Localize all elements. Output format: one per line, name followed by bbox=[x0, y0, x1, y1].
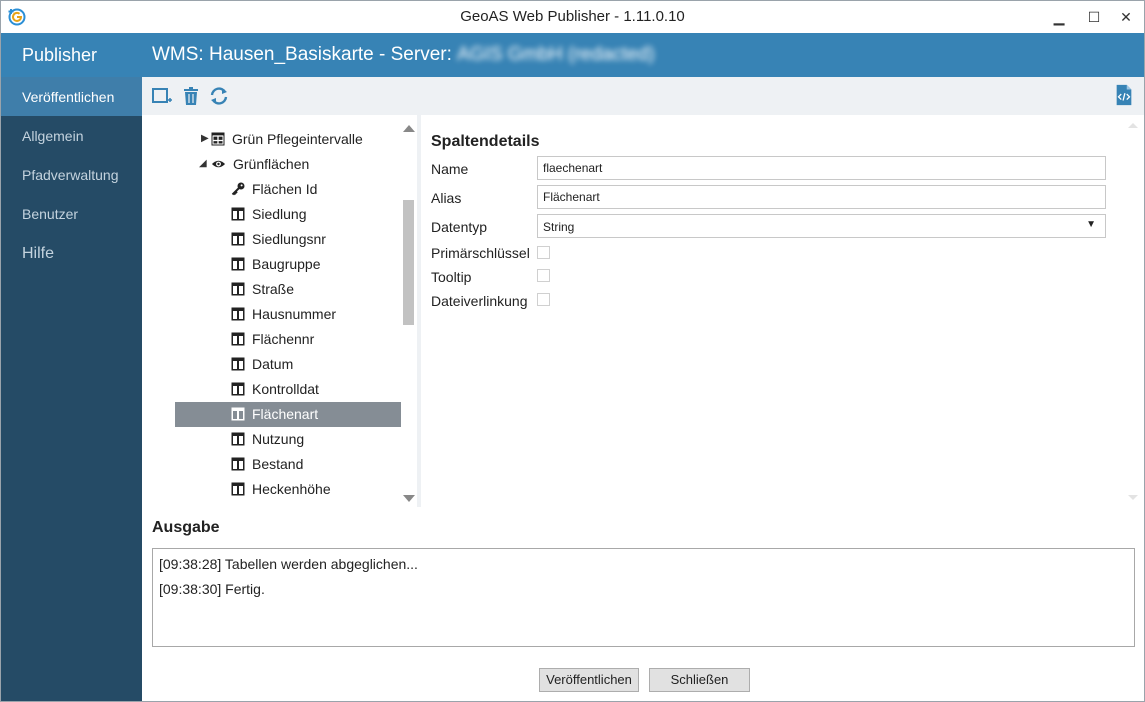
column-icon bbox=[231, 482, 245, 496]
tree-item[interactable]: ▶ Grün Pflegeintervalle bbox=[175, 127, 401, 152]
toolbar bbox=[142, 77, 1144, 115]
log-line: [09:38:28] Tabellen werden abgeglichen..… bbox=[159, 556, 418, 572]
column-icon bbox=[231, 282, 245, 296]
column-icon bbox=[231, 307, 245, 321]
output-title: Ausgabe bbox=[152, 519, 220, 536]
tree-item-label: Kontrolldat bbox=[252, 381, 319, 397]
tree-item-label: Siedlung bbox=[252, 206, 307, 222]
column-icon bbox=[231, 432, 245, 446]
column-icon bbox=[231, 207, 245, 221]
tooltip-label: Tooltip bbox=[431, 269, 472, 285]
output-log[interactable]: [09:38:28] Tabellen werden abgeglichen..… bbox=[152, 548, 1135, 647]
tree-item-label: Straße bbox=[252, 281, 295, 297]
tooltip-checkbox[interactable] bbox=[537, 269, 550, 282]
page-title-text: WMS: Hausen_Basiskarte - Server: bbox=[152, 44, 458, 65]
tree-item-label: Grün Pflegeintervalle bbox=[232, 131, 363, 147]
key-icon bbox=[231, 182, 245, 196]
tree-item[interactable]: Datum bbox=[175, 352, 401, 377]
chevron-down-icon: ▼ bbox=[1086, 219, 1096, 230]
tree-item[interactable]: Kontrolldat bbox=[175, 377, 401, 402]
tree-item[interactable]: Flächennr bbox=[175, 327, 401, 352]
primary-key-label: Primärschlüssel bbox=[431, 245, 530, 261]
tree-item-label: Bestand bbox=[252, 456, 304, 472]
close-button[interactable]: Schließen bbox=[649, 668, 750, 692]
sidebar-title: Publisher bbox=[1, 33, 142, 77]
sidebar-item-benutzer[interactable]: Benutzer bbox=[1, 194, 142, 233]
minimize-button[interactable]: ▁ bbox=[1044, 6, 1074, 28]
scroll-up-icon[interactable] bbox=[1128, 123, 1138, 128]
datatype-value: String bbox=[543, 220, 575, 234]
tree-item[interactable]: Heckenhöhe bbox=[175, 477, 401, 502]
table-icon bbox=[211, 132, 225, 146]
add-layer-icon[interactable] bbox=[151, 85, 173, 107]
tree-item-label: Baugruppe bbox=[252, 256, 321, 272]
alias-label: Alias bbox=[431, 190, 462, 206]
datatype-select[interactable]: String ▼ bbox=[537, 214, 1106, 238]
column-icon bbox=[231, 257, 245, 271]
sidebar: Publisher Veröffentlichen Allgemein Pfad… bbox=[1, 33, 142, 701]
refresh-icon[interactable] bbox=[208, 85, 230, 107]
column-icon bbox=[231, 357, 245, 371]
tree-item-label: Flächenart bbox=[252, 406, 319, 422]
tree-item-label: Grünflächen bbox=[233, 156, 310, 172]
scroll-down-icon[interactable] bbox=[403, 495, 415, 502]
sidebar-item-hilfe[interactable]: Hilfe bbox=[1, 233, 142, 272]
layer-tree: ▶ Grün Pflegeintervalle ◢ Grünflächen Fl… bbox=[142, 115, 417, 507]
sidebar-item-allgemein[interactable]: Allgemein bbox=[1, 116, 142, 155]
maximize-button[interactable]: ☐ bbox=[1079, 6, 1109, 28]
details-scrollbar[interactable] bbox=[1125, 115, 1141, 507]
window-title: GeoAS Web Publisher - 1.11.0.10 bbox=[460, 8, 685, 25]
tree-item[interactable]: Siedlung bbox=[175, 202, 401, 227]
tree-item-label: Flächennr bbox=[252, 331, 315, 347]
expand-arrow-icon[interactable]: ▶ bbox=[201, 133, 209, 144]
column-icon bbox=[231, 382, 245, 396]
column-icon bbox=[231, 232, 245, 246]
tree-item[interactable]: Flächen Id bbox=[175, 177, 401, 202]
trash-icon[interactable] bbox=[180, 85, 202, 107]
tree-scrollbar[interactable] bbox=[401, 115, 417, 507]
page-title: WMS: Hausen_Basiskarte - Server: AGIS Gm… bbox=[152, 44, 655, 66]
scroll-thumb[interactable] bbox=[403, 200, 414, 325]
app-window: GeoAS Web Publisher - 1.11.0.10 ▁ ☐ ✕ Pu… bbox=[0, 0, 1145, 702]
datatype-label: Datentyp bbox=[431, 219, 488, 235]
page-header: WMS: Hausen_Basiskarte - Server: AGIS Gm… bbox=[142, 33, 1144, 77]
tree-item[interactable]: ◢ Grünflächen bbox=[175, 152, 401, 177]
tree-item-selected[interactable]: Flächenart bbox=[175, 402, 401, 427]
primary-key-checkbox[interactable] bbox=[537, 246, 550, 259]
tree-item-label: Nutzung bbox=[252, 431, 305, 447]
name-field[interactable] bbox=[537, 156, 1106, 180]
column-icon bbox=[231, 407, 245, 421]
title-bar: GeoAS Web Publisher - 1.11.0.10 ▁ ☐ ✕ bbox=[1, 1, 1144, 33]
sidebar-item-pfadverwaltung[interactable]: Pfadverwaltung bbox=[1, 155, 142, 194]
file-link-checkbox[interactable] bbox=[537, 293, 550, 306]
tree-item-label: Heckenhöhe bbox=[252, 481, 331, 497]
sidebar-item-veroeffentlichen[interactable]: Veröffentlichen bbox=[1, 77, 142, 116]
name-label: Name bbox=[431, 161, 469, 177]
tree-item-label: Hausnummer bbox=[252, 306, 337, 322]
close-window-button[interactable]: ✕ bbox=[1111, 6, 1141, 28]
scroll-up-icon[interactable] bbox=[403, 125, 415, 132]
collapse-arrow-icon[interactable]: ◢ bbox=[199, 158, 207, 169]
log-line: [09:38:30] Fertig. bbox=[159, 581, 265, 597]
column-icon bbox=[231, 457, 245, 471]
tree-item[interactable]: Baugruppe bbox=[175, 252, 401, 277]
column-icon bbox=[231, 332, 245, 346]
publish-button[interactable]: Veröffentlichen bbox=[539, 668, 639, 692]
tree-item-label: Flächen Id bbox=[252, 181, 318, 197]
tree-item[interactable]: Siedlungsnr bbox=[175, 227, 401, 252]
tree-item[interactable]: Nutzung bbox=[175, 427, 401, 452]
column-details-panel: Spaltendetails Name Alias Datentyp Strin… bbox=[421, 115, 1144, 507]
file-link-label: Dateiverlinkung bbox=[431, 293, 528, 309]
code-file-icon[interactable] bbox=[1113, 84, 1135, 106]
tree-item-label: Datum bbox=[252, 356, 294, 372]
tree-item-label: Siedlungsnr bbox=[252, 231, 326, 247]
server-name-redacted: AGIS GmbH (redacted) bbox=[457, 44, 655, 65]
alias-field[interactable] bbox=[537, 185, 1106, 209]
eye-icon bbox=[211, 160, 226, 168]
tree-item[interactable]: Bestand bbox=[175, 452, 401, 477]
details-title: Spaltendetails bbox=[431, 133, 540, 150]
tree-item[interactable]: Hausnummer bbox=[175, 302, 401, 327]
scroll-down-icon[interactable] bbox=[1128, 495, 1138, 500]
tree-item[interactable]: Straße bbox=[175, 277, 401, 302]
